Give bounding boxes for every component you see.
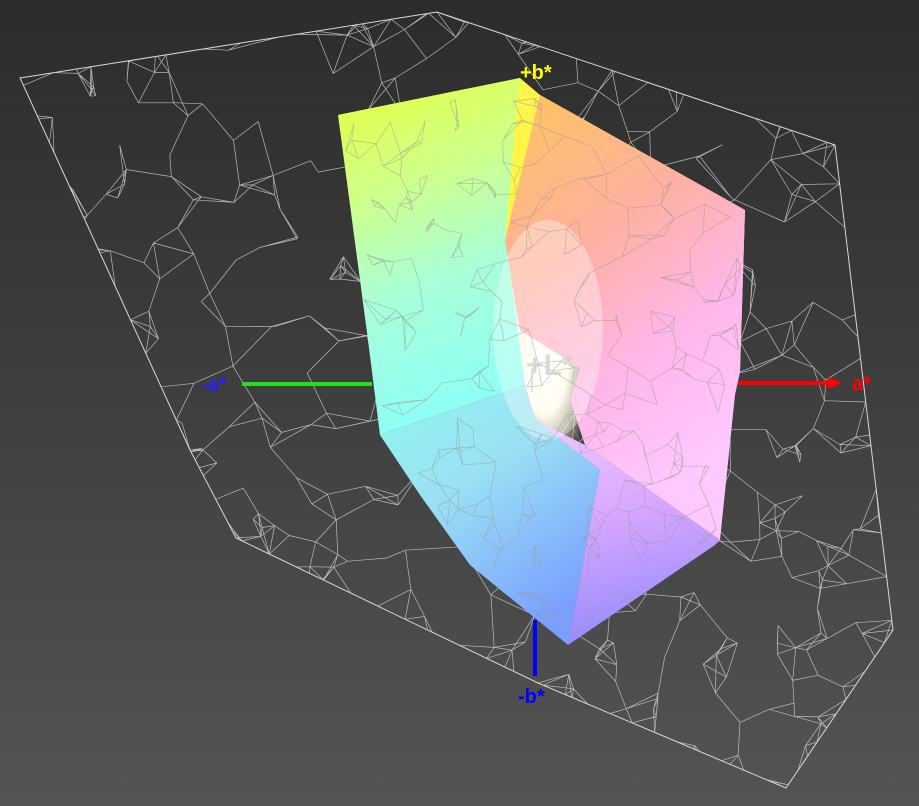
minus-a-label: -a*	[201, 374, 227, 396]
gamut-viewer[interactable]: +b* -b* a* -a* +L*	[0, 0, 919, 806]
lab-gamut-3d-view[interactable]: +b* -b* a* -a* +L*	[0, 0, 919, 806]
plus-b-label: +b*	[520, 62, 552, 84]
gamut-face-left	[338, 78, 525, 435]
a-axis-positive-arrow	[828, 377, 842, 389]
minus-b-label: -b*	[518, 686, 545, 708]
plus-a-label: a*	[852, 373, 871, 395]
plus-l-label: +L*	[526, 349, 574, 382]
gamut-highlight	[493, 220, 603, 440]
